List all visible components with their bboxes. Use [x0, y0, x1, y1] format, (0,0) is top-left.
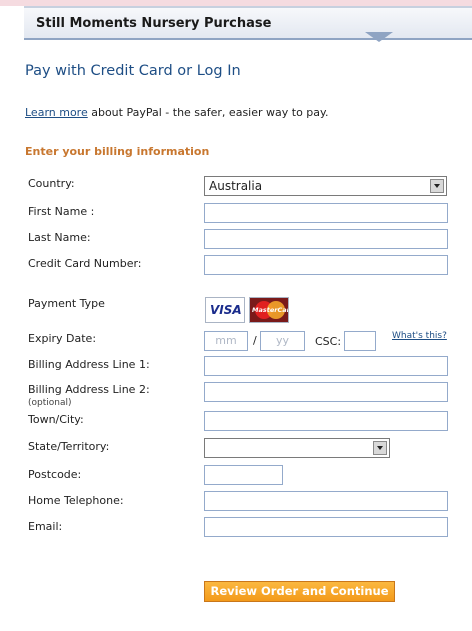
- first-name-label: First Name :: [28, 205, 95, 218]
- state-select[interactable]: [204, 438, 390, 458]
- review-order-button[interactable]: Review Order and Continue: [204, 581, 395, 602]
- card-number-label: Credit Card Number:: [28, 257, 142, 270]
- last-name-field[interactable]: [204, 229, 448, 249]
- chevron-down-icon[interactable]: [373, 441, 387, 455]
- country-value: Australia: [209, 179, 263, 193]
- expiry-month-field[interactable]: mm: [204, 331, 248, 351]
- learn-more-line: Learn more about PayPal - the safer, eas…: [25, 106, 328, 119]
- expiry-year-field[interactable]: yy: [260, 331, 305, 351]
- billing-section-heading: Enter your billing information: [25, 145, 210, 158]
- page-title: Pay with Credit Card or Log In: [25, 63, 241, 79]
- postcode-label: Postcode:: [28, 468, 82, 481]
- town-label: Town/City:: [28, 413, 84, 426]
- address2-label: Billing Address Line 2:: [28, 383, 150, 396]
- visa-text: VISA: [210, 303, 242, 317]
- header-pointer-icon: [365, 32, 393, 42]
- email-label: Email:: [28, 520, 63, 533]
- chevron-down-icon[interactable]: [430, 179, 444, 193]
- header-bar: Still Moments Nursery Purchase: [24, 6, 472, 40]
- whats-this-link[interactable]: What's this?: [392, 331, 447, 341]
- csc-label: CSC:: [315, 335, 342, 348]
- email-field[interactable]: [204, 517, 448, 537]
- mastercard-text: MasterCard: [252, 306, 288, 314]
- mastercard-icon[interactable]: MasterCard: [249, 297, 289, 323]
- town-field[interactable]: [204, 411, 448, 431]
- expiry-label: Expiry Date:: [28, 332, 97, 345]
- postcode-field[interactable]: [204, 465, 283, 485]
- address1-label: Billing Address Line 1:: [28, 358, 150, 371]
- address1-field[interactable]: [204, 356, 448, 376]
- address2-optional-note: (optional): [28, 398, 72, 408]
- country-select[interactable]: Australia: [204, 176, 447, 196]
- last-name-label: Last Name:: [28, 231, 91, 244]
- first-name-field[interactable]: [204, 203, 448, 223]
- expiry-slash: /: [253, 334, 257, 347]
- address2-field[interactable]: [204, 382, 448, 402]
- payment-type-label: Payment Type: [28, 297, 105, 310]
- csc-field[interactable]: [344, 331, 376, 351]
- phone-field[interactable]: [204, 491, 448, 511]
- country-label: Country:: [28, 177, 75, 190]
- visa-card-icon[interactable]: VISA: [205, 297, 245, 323]
- card-number-field[interactable]: [204, 255, 448, 275]
- state-label: State/Territory:: [28, 440, 110, 453]
- merchant-title: Still Moments Nursery Purchase: [36, 16, 272, 31]
- learn-more-link[interactable]: Learn more: [25, 106, 88, 119]
- learn-more-text: about PayPal - the safer, easier way to …: [87, 106, 329, 119]
- phone-label: Home Telephone:: [28, 494, 124, 507]
